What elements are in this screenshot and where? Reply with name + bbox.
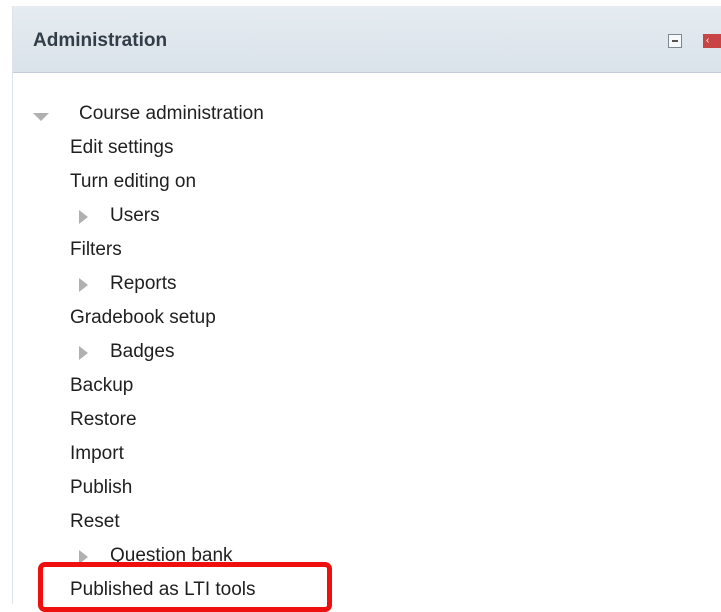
dock-left-icon[interactable]: ‹ <box>703 34 721 48</box>
tree-node-badges[interactable]: Badges <box>70 341 270 367</box>
tree-node-users[interactable]: Users <box>70 205 270 231</box>
tree-node-course-administration[interactable]: Course administration <box>12 103 332 129</box>
tree-label-course-administration: Course administration <box>79 103 264 124</box>
collapsed-arrow-icon[interactable] <box>79 346 88 360</box>
minus-box-icon[interactable] <box>668 34 682 48</box>
collapsed-arrow-icon[interactable] <box>79 210 88 224</box>
block-title: Administration <box>33 30 168 51</box>
highlight-box <box>38 562 332 612</box>
collapsed-arrow-icon[interactable] <box>79 278 88 292</box>
expanded-arrow-icon[interactable] <box>33 113 49 121</box>
tree-node-reports[interactable]: Reports <box>70 273 270 299</box>
block-header: Administration ‹ <box>13 6 721 73</box>
